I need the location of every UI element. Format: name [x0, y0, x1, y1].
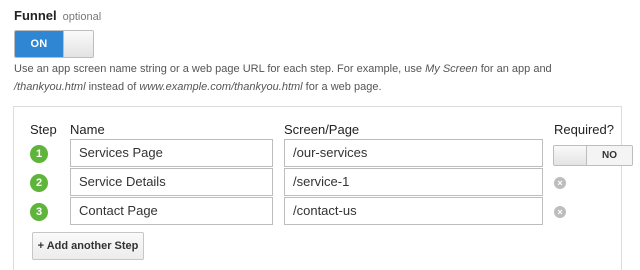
help-example-screen: My Screen [425, 63, 478, 75]
funnel-title: Funnel [14, 8, 57, 23]
funnel-toggle-label: ON [15, 31, 63, 57]
required-toggle-label: NO [587, 146, 632, 165]
step-number-badge: 1 [30, 145, 48, 163]
step-name-input[interactable]: Contact Page [70, 197, 273, 225]
help-example-full-url: www.example.com/thankyou.html [139, 81, 303, 93]
funnel-steps-panel: Step Name Screen/Page Required? 1 Servic… [13, 106, 633, 270]
remove-step-icon[interactable]: × [554, 206, 566, 218]
required-toggle[interactable]: NO [553, 145, 633, 166]
optional-label: optional [62, 11, 102, 23]
step-name-input[interactable]: Services Page [70, 139, 273, 167]
step-screen-input[interactable]: /our-services [284, 139, 543, 167]
help-example-url: /thankyou.html [14, 81, 86, 93]
funnel-toggle[interactable]: ON [14, 30, 94, 58]
column-header-required: Required? [554, 122, 614, 137]
step-name-input[interactable]: Service Details [70, 168, 273, 196]
add-step-button[interactable]: + Add another Step [32, 232, 144, 260]
help-text-part: Use an app screen name string or a web p… [14, 63, 426, 75]
help-text-part: instead of [85, 81, 140, 93]
column-header-step: Step [30, 122, 57, 137]
column-header-name: Name [70, 122, 105, 137]
column-header-screen: Screen/Page [284, 122, 360, 137]
step-number-badge: 2 [30, 174, 48, 192]
funnel-heading: Funnel optional [14, 8, 101, 23]
step-screen-input[interactable]: /contact-us [284, 197, 543, 225]
help-text-part: for an app and [477, 63, 552, 75]
funnel-toggle-knob [63, 31, 93, 57]
step-screen-input[interactable]: /service-1 [284, 168, 543, 196]
funnel-section: Funnel optional ON Use an app screen name… [0, 0, 640, 270]
step-number-badge: 3 [30, 203, 48, 221]
required-toggle-knob [554, 146, 587, 165]
help-text-part: for a web page. [302, 81, 382, 93]
remove-step-icon[interactable]: × [554, 177, 566, 189]
funnel-help-text: Use an app screen name string or a web p… [14, 60, 626, 96]
